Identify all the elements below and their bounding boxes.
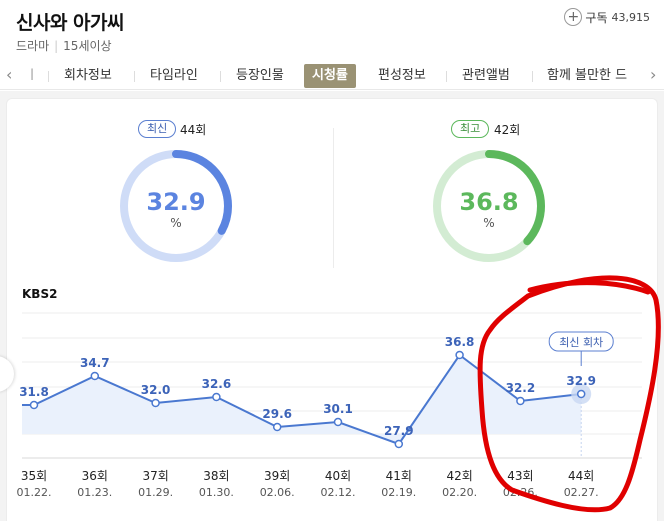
highest-badge: 최고	[451, 120, 490, 138]
tab-bar: ‹ ㅣ 회차정보 타임라인 등장인물 시청률 편성정보 관련앨범 함께 볼만한 …	[0, 62, 664, 90]
genre-label: 드라마	[16, 39, 50, 53]
meta-divider: |	[54, 39, 59, 53]
program-title: 신사와 아가씨	[16, 12, 125, 34]
tab-divider	[532, 71, 533, 82]
tab-partial[interactable]: ㅣ	[26, 64, 38, 88]
chevron-left-icon[interactable]: ‹	[6, 65, 12, 84]
tab-divider	[134, 71, 135, 82]
program-header: 신사와 아가씨 드라마 | 15세이상 + 구독 43,915	[0, 0, 664, 62]
tab-cast[interactable]: 등장인물	[236, 64, 284, 88]
tab-ratings[interactable]: 시청률	[304, 64, 356, 88]
highest-rating-value: 36.8	[459, 188, 519, 216]
latest-episode: 44회	[180, 123, 207, 137]
tab-divider	[220, 71, 221, 82]
age-rating: 15세이상	[63, 39, 112, 53]
highest-rating-unit: %	[483, 216, 495, 230]
subscribe-count: 43,915	[611, 10, 651, 24]
channel-label: KBS2	[22, 287, 58, 301]
latest-rating-value: 32.9	[146, 188, 206, 216]
tab-divider	[48, 71, 49, 82]
tab-episode-info[interactable]: 회차정보	[64, 64, 112, 88]
tab-recommended[interactable]: 함께 볼만한 드	[547, 64, 639, 88]
chevron-right-icon[interactable]: ›	[650, 65, 656, 84]
tab-divider	[446, 71, 447, 82]
program-meta: 드라마 | 15세이상	[16, 37, 112, 54]
tab-timeline[interactable]: 타임라인	[150, 64, 198, 88]
gauge-divider	[333, 128, 334, 268]
highest-episode: 42회	[494, 123, 521, 137]
tab-album[interactable]: 관련앨범	[462, 64, 510, 88]
latest-badge: 최신	[138, 120, 177, 138]
latest-rating-unit: %	[170, 216, 182, 230]
subscribe-button[interactable]: + 구독 43,915	[564, 8, 650, 26]
plus-icon: +	[564, 8, 583, 26]
subscribe-label: 구독	[585, 10, 608, 25]
ratings-panel	[6, 98, 658, 521]
tab-schedule[interactable]: 편성정보	[378, 64, 426, 88]
